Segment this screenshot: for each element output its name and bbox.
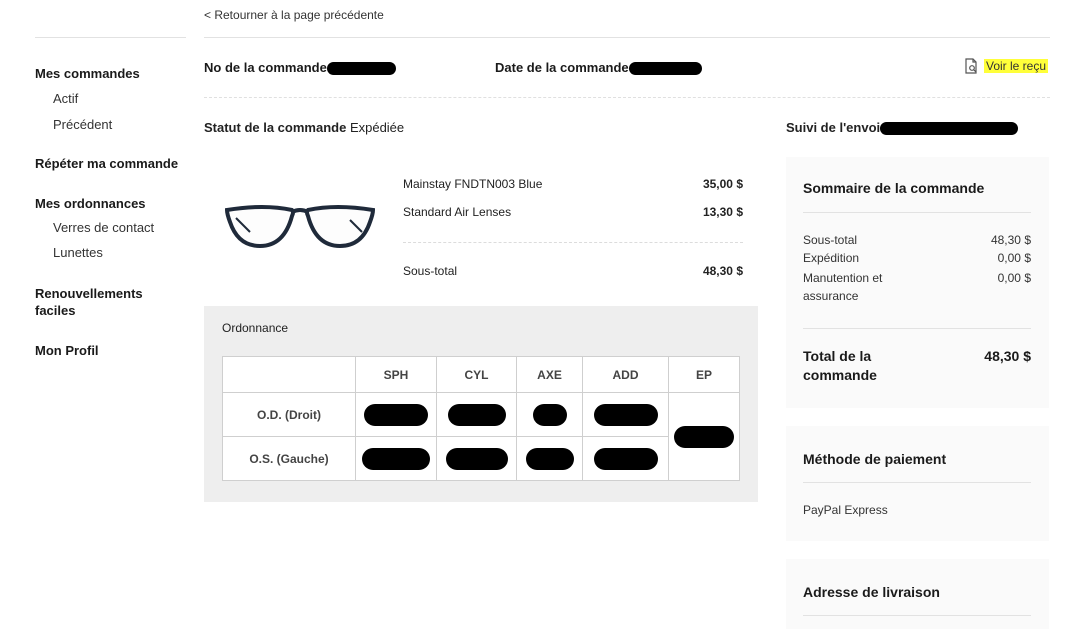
right-sph-redacted: [364, 403, 428, 426]
left-add-cell: [582, 436, 669, 481]
ep-cell: [668, 392, 740, 481]
header-ep: EP: [668, 356, 740, 393]
header-divider: [204, 37, 1050, 38]
item-name: Mainstay FNDTN003 Blue: [403, 177, 543, 191]
sidebar-item-orders[interactable]: Mes commandes: [35, 66, 140, 81]
prescription-header-row: SPH CYL AXE ADD EP: [222, 356, 740, 393]
order-item-card: Mainstay FNDTN003 Blue 35,00 $ Standard …: [204, 157, 758, 306]
right-add-redacted: [593, 403, 658, 426]
summary-shipping-row: Expédition 0,00 $: [803, 251, 1031, 265]
payment-method-title: Méthode de paiement: [803, 451, 947, 467]
summary-shipping-value: 0,00 $: [997, 251, 1031, 265]
tracking-info: Suivi de l'envoi: [786, 120, 1019, 136]
order-date-label: Date de la commande: [495, 60, 629, 75]
left-cyl-redacted: [445, 447, 508, 470]
order-item-row: Standard Air Lenses 13,30 $: [403, 205, 743, 219]
left-eye-label: O.S. (Gauche): [222, 436, 356, 481]
right-axe-redacted: [532, 403, 567, 426]
sidebar-item-contact-lenses[interactable]: Verres de contact: [53, 220, 154, 235]
sidebar-item-easy-renewals[interactable]: Renouvellements faciles: [35, 285, 165, 319]
order-status-value: Expédiée: [349, 120, 405, 135]
summary-shipping-label: Expédition: [803, 251, 860, 265]
item-subtotal-value: 48,30 $: [702, 264, 743, 278]
delivery-address-title: Adresse de livraison: [803, 584, 940, 600]
order-header-divider: [204, 97, 1050, 98]
left-add-redacted: [593, 447, 658, 470]
delivery-address-card: Adresse de livraison: [786, 559, 1049, 629]
left-sph-cell: [355, 436, 437, 481]
prescription-table: SPH CYL AXE ADD EP O.D. (Droit) O.S. (Ga…: [222, 356, 740, 481]
view-receipt-link[interactable]: Voir le reçu: [962, 57, 1049, 75]
item-divider: [403, 242, 743, 243]
payment-divider: [803, 482, 1031, 483]
summary-handling-value: 0,00 $: [997, 271, 1031, 285]
order-number: No de la commande: [204, 60, 396, 76]
summary-subtotal-row: Sous-total 48,30 $: [803, 233, 1031, 247]
left-sph-redacted: [362, 447, 430, 470]
tracking-label: Suivi de l'envoi: [786, 120, 881, 135]
order-summary-card: Sommaire de la commande Sous-total 48,30…: [786, 157, 1049, 408]
order-number-label: No de la commande: [204, 60, 327, 75]
summary-total-value: 48,30 $: [984, 348, 1031, 364]
order-status-label: Statut de la commande: [204, 120, 347, 135]
glasses-product-image[interactable]: [224, 202, 376, 252]
sidebar-item-previous[interactable]: Précédent: [53, 117, 112, 132]
order-status: Statut de la commande Expédiée: [204, 120, 404, 135]
prescription-corner-cell: [222, 356, 356, 393]
summary-subtotal-value: 48,30 $: [990, 233, 1031, 247]
sidebar-item-prescriptions[interactable]: Mes ordonnances: [35, 196, 146, 211]
item-name: Standard Air Lenses: [403, 205, 512, 219]
left-cyl-cell: [436, 436, 517, 481]
right-cyl-redacted: [447, 403, 506, 426]
summary-subtotal-label: Sous-total: [803, 233, 858, 247]
header-sph: SPH: [355, 356, 437, 393]
prescription-panel: Ordonnance SPH CYL AXE ADD EP O.D. (Droi…: [204, 306, 758, 502]
right-add-cell: [582, 392, 669, 437]
tracking-number-redacted: [880, 122, 1019, 136]
payment-method-card: Méthode de paiement PayPal Express: [786, 426, 1049, 541]
right-sph-cell: [355, 392, 437, 437]
item-price: 13,30 $: [702, 205, 743, 219]
right-cyl-cell: [436, 392, 517, 437]
back-link[interactable]: < Retourner à la page précédente: [204, 8, 384, 22]
prescription-row-right: O.D. (Droit): [222, 392, 740, 481]
receipt-icon: [965, 58, 977, 74]
prescription-row-left: O.S. (Gauche): [222, 436, 740, 481]
item-price: 35,00 $: [702, 177, 743, 191]
left-axe-cell: [516, 436, 583, 481]
order-date-redacted: [628, 62, 702, 76]
delivery-divider: [803, 615, 1031, 616]
right-axe-cell: [516, 392, 583, 437]
ep-redacted: [674, 425, 734, 448]
summary-handling-label: Manutention et assurance: [803, 271, 883, 303]
summary-total-label: Total de la commande: [803, 348, 877, 383]
header-add: ADD: [582, 356, 669, 393]
header-cyl: CYL: [436, 356, 517, 393]
payment-method-value: PayPal Express: [803, 503, 888, 517]
order-number-redacted: [326, 62, 396, 76]
item-subtotal-label: Sous-total: [403, 264, 458, 278]
order-date: Date de la commande: [495, 60, 702, 76]
summary-handling-row: Manutention et assurance 0,00 $: [803, 269, 1031, 305]
header-axe: AXE: [516, 356, 583, 393]
summary-divider: [803, 212, 1031, 213]
sidebar-item-repeat-order[interactable]: Répéter ma commande: [35, 156, 178, 171]
prescription-title: Ordonnance: [222, 321, 289, 335]
sidebar-divider: [35, 37, 186, 38]
item-subtotal-row: Sous-total 48,30 $: [403, 264, 743, 278]
summary-total-divider: [803, 328, 1031, 329]
order-summary-title: Sommaire de la commande: [803, 180, 985, 196]
summary-total-row: Total de la commande 48,30 $: [803, 347, 1031, 385]
sidebar-item-active[interactable]: Actif: [53, 91, 78, 106]
sidebar-item-profile[interactable]: Mon Profil: [35, 343, 99, 358]
right-eye-label: O.D. (Droit): [222, 392, 356, 437]
sidebar-item-glasses[interactable]: Lunettes: [53, 245, 103, 260]
view-receipt-label: Voir le reçu: [984, 59, 1049, 73]
order-item-row: Mainstay FNDTN003 Blue 35,00 $: [403, 177, 743, 191]
left-axe-redacted: [525, 447, 574, 470]
